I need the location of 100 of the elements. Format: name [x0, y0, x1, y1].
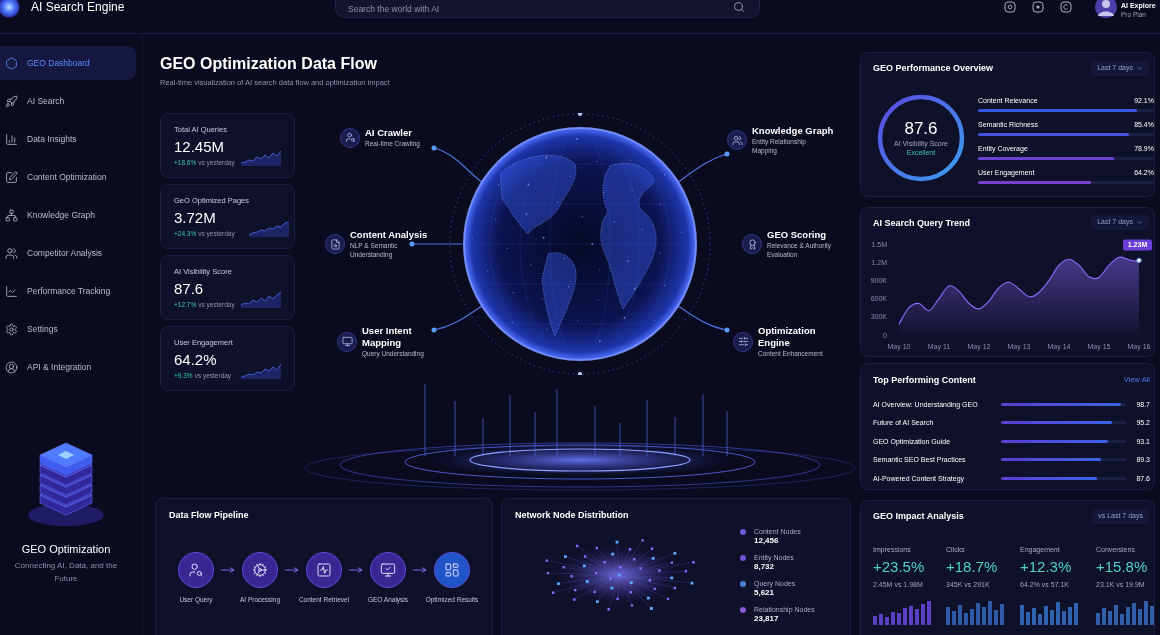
sidebar-item[interactable]: Data Insights [0, 122, 136, 156]
mini-bar [1062, 611, 1066, 625]
mini-bar [1144, 601, 1148, 625]
connector-line [408, 240, 463, 248]
mini-bar [1020, 605, 1024, 625]
sidebar-item[interactable]: Content Optimization [0, 160, 136, 194]
node-title: Content Analysis [350, 229, 428, 241]
card-title: GEO Performance Overview [873, 62, 994, 74]
mini-bar [982, 607, 986, 625]
sparkline [241, 361, 281, 379]
sliders-icon [733, 331, 753, 352]
search-icon[interactable] [733, 1, 745, 13]
mini-bar [1000, 604, 1004, 625]
mini-bar [958, 605, 962, 625]
mini-bar [1150, 606, 1154, 625]
mini-bar [1102, 608, 1106, 625]
sidebar-item[interactable]: Settings [0, 312, 136, 346]
mini-bar [1126, 607, 1130, 625]
arrow-icon [349, 567, 363, 573]
card-title: Top Performing Content [873, 374, 976, 386]
chevron-down-icon [1136, 64, 1143, 72]
mini-bar [873, 616, 877, 625]
page-title: GEO Optimization Data Flow [160, 54, 378, 74]
mini-bar [1132, 603, 1136, 625]
node-title: GEO Scoring [767, 229, 828, 241]
monitor-icon [337, 331, 357, 352]
user-avatar[interactable] [1095, 0, 1117, 18]
promo-subtitle: Connecting AI, Data, and the Future [13, 560, 119, 585]
settings-icon [5, 322, 18, 336]
arrow-icon [413, 567, 427, 573]
mini-bar [952, 611, 956, 625]
mini-bar [946, 607, 950, 625]
mini-bar [1074, 603, 1078, 625]
sidebar-item[interactable]: API & Integration [0, 350, 136, 384]
mini-bar [1038, 614, 1042, 625]
sidebar-item[interactable]: Performance Tracking [0, 274, 136, 308]
network-icon [5, 208, 18, 222]
hexagon-icon [5, 56, 18, 70]
square-arc-icon[interactable] [1060, 1, 1072, 13]
legend-count: 12,456 [754, 536, 780, 546]
bar-chart-icon [5, 132, 18, 146]
mini-bar [885, 617, 889, 625]
mini-bar [970, 609, 974, 625]
pen-square-icon [5, 170, 18, 184]
card-title: AI Search Query Trend [873, 216, 971, 229]
mini-bar [1044, 606, 1048, 625]
mini-bar [927, 601, 931, 625]
node-title: Optimization Engine [758, 325, 817, 349]
mini-bar [915, 609, 919, 625]
connector-line [430, 144, 484, 184]
mini-bar [988, 601, 992, 625]
stat-value: 87.6 [174, 280, 205, 298]
connector-line [430, 304, 484, 334]
mini-bar [1138, 609, 1142, 625]
mini-bar [1050, 610, 1054, 625]
node-title: User Intent Mapping [362, 325, 413, 349]
stat-value: 3.72M [174, 209, 217, 227]
mini-bar [1120, 614, 1124, 625]
card-title: Data Flow Pipeline [168, 509, 250, 521]
sparkline [241, 148, 281, 166]
legend-count: 8,732 [754, 562, 776, 572]
connector-line [676, 304, 731, 334]
connector-line [676, 150, 731, 184]
point-marker-icon [1136, 257, 1142, 264]
mini-bar [1032, 608, 1036, 625]
rocket-icon [5, 94, 18, 108]
impact-value: +18.7% [946, 558, 999, 576]
mini-bar [909, 606, 913, 625]
legend-count: 23,817 [754, 614, 780, 624]
node-title: Knowledge Graph [752, 125, 834, 137]
stat-value: 12.45M [174, 138, 226, 156]
square-circle-icon[interactable] [1004, 1, 1016, 13]
mini-bar [964, 613, 968, 625]
score-value: 87.6 [904, 118, 938, 139]
impact-value: +15.8% [1096, 558, 1149, 576]
line-chart-icon [5, 284, 18, 298]
mini-bar [1068, 607, 1072, 625]
sidebar-item[interactable]: AI Search [0, 84, 136, 118]
impact-value: +12.3% [1020, 558, 1073, 576]
users-icon [5, 246, 18, 260]
sparkline [249, 219, 290, 237]
mini-bar [1114, 605, 1118, 625]
chevron-down-icon [1136, 219, 1143, 226]
node-title: AI Crawler [365, 127, 413, 139]
promo-title: GEO Optimization [21, 542, 111, 556]
sidebar-item[interactable]: Competitor Analysis [0, 236, 136, 270]
mini-bar [1056, 602, 1060, 625]
sidebar-item[interactable]: Knowledge Graph [0, 198, 136, 232]
mini-bar [1026, 612, 1030, 625]
file-search-icon [325, 234, 345, 254]
user-search-icon [340, 127, 360, 148]
impact-value: +23.5% [873, 558, 926, 576]
card-title: Network Node Distribution [515, 509, 630, 521]
orb-logo-icon [0, 0, 22, 18]
search-field[interactable]: Search the world with AI [335, 0, 760, 18]
arrow-icon [285, 567, 299, 573]
sidebar-item[interactable]: GEO Dashboard [0, 46, 136, 80]
mini-bar [1108, 611, 1112, 625]
user-circle-icon [5, 360, 18, 374]
stat-value: 64.2% [174, 351, 218, 369]
